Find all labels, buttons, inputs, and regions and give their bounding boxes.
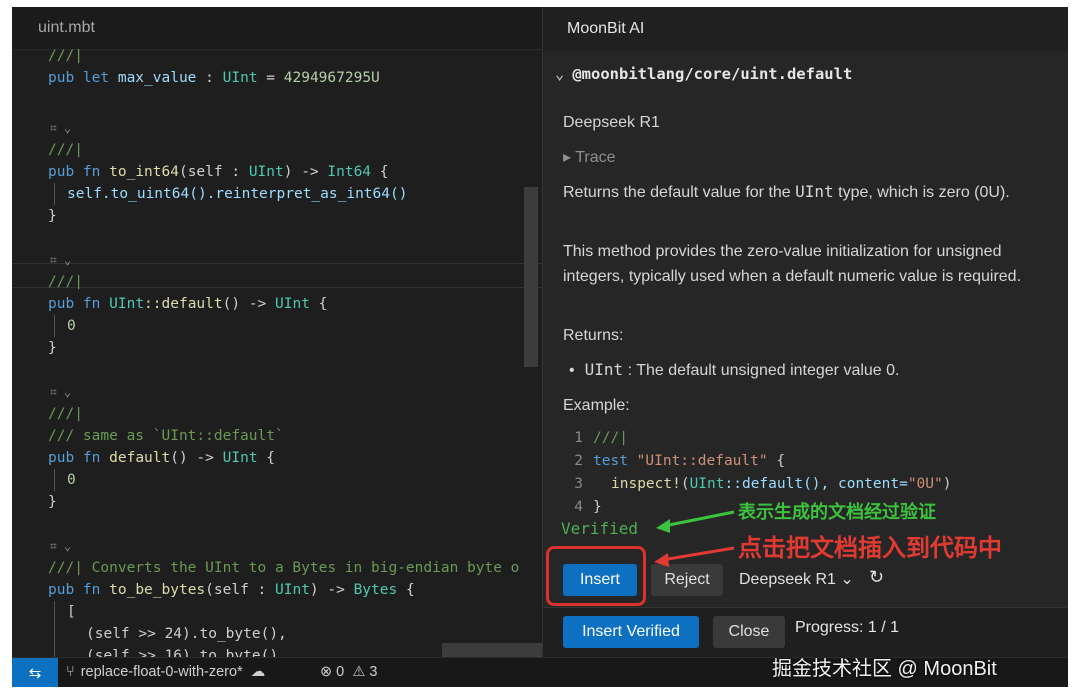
annotation-arrowhead-red	[654, 553, 669, 567]
watermark: 掘金技术社区 @ MoonBit	[772, 658, 997, 680]
annotation-arrows	[654, 510, 735, 567]
annotation-verified-note: 表示生成的文档经过验证	[738, 502, 936, 522]
annotation-insert-note: 点击把文档插入到代码中	[738, 535, 1002, 562]
annotation-arrowhead-green	[656, 519, 670, 533]
annotation-arrow-red	[661, 546, 735, 562]
annotation-arrow-green	[663, 510, 735, 528]
